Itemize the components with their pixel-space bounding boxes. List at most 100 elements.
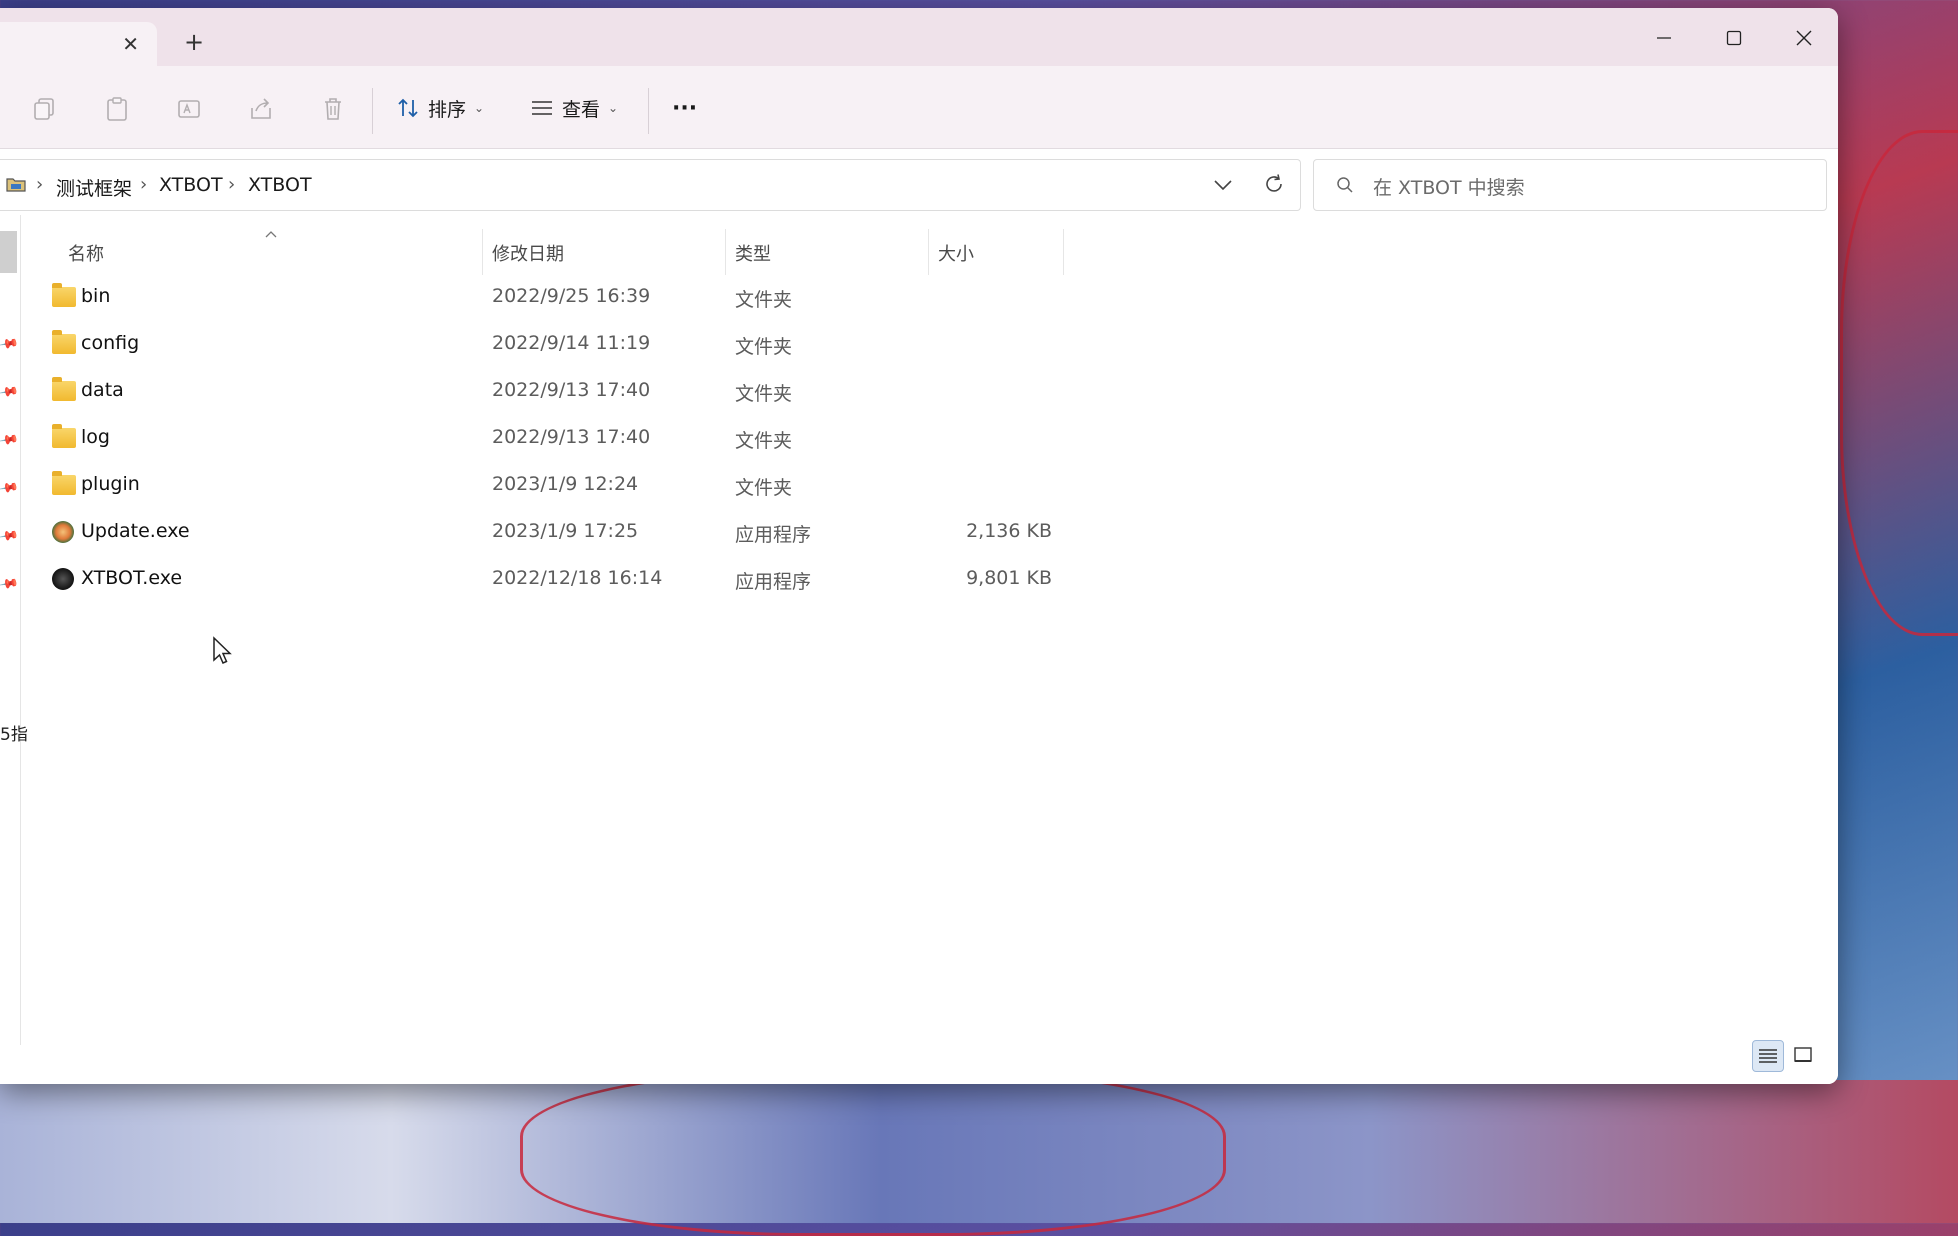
maximize-icon bbox=[1726, 30, 1742, 46]
pin-icon: 📌 bbox=[0, 525, 20, 548]
file-date-modified: 2022/9/14 11:19 bbox=[492, 332, 651, 354]
folder-icon bbox=[52, 377, 76, 401]
maximize-button[interactable] bbox=[1709, 20, 1759, 56]
file-date-modified: 2022/9/13 17:40 bbox=[492, 379, 651, 401]
sort-button[interactable]: 排序 ⌄ bbox=[396, 88, 484, 128]
nav-item-label[interactable]: 5指 bbox=[0, 720, 28, 745]
pin-icon: 📌 bbox=[0, 333, 20, 356]
file-type: 文件夹 bbox=[735, 289, 793, 311]
tiles-view-button[interactable] bbox=[1788, 1040, 1818, 1070]
column-header-size[interactable]: 大小 bbox=[938, 240, 974, 266]
chevron-down-icon[interactable] bbox=[1213, 176, 1233, 194]
details-view-button[interactable] bbox=[1752, 1040, 1784, 1072]
close-window-button[interactable] bbox=[1779, 20, 1829, 56]
tab-close-icon[interactable]: ✕ bbox=[122, 32, 139, 56]
file-size: 9,801 KB bbox=[966, 567, 1052, 589]
breadcrumb-separator: › bbox=[228, 174, 236, 195]
file-date-modified: 2022/12/18 16:14 bbox=[492, 567, 663, 589]
file-row[interactable]: config 2022/9/14 11:19 文件夹 bbox=[40, 322, 1060, 368]
breadcrumb-item-xtbot-current[interactable]: XTBOT bbox=[248, 174, 312, 196]
minimize-icon bbox=[1657, 37, 1671, 39]
folder-path-icon bbox=[6, 178, 26, 192]
search-input[interactable]: 在 XTBOT 中搜索 bbox=[1313, 159, 1827, 211]
navigation-pane[interactable]: 📌 📌 📌 📌 📌 📌 5指 bbox=[0, 215, 28, 1045]
column-header-name[interactable]: 名称 bbox=[68, 240, 104, 266]
file-row[interactable]: bin 2022/9/25 16:39 文件夹 bbox=[40, 275, 1060, 321]
refresh-icon[interactable] bbox=[1263, 173, 1285, 195]
file-name: XTBOT.exe bbox=[81, 567, 183, 589]
file-name: bin bbox=[81, 285, 111, 307]
folder-icon bbox=[52, 471, 76, 495]
delete-icon[interactable] bbox=[320, 96, 346, 122]
file-date-modified: 2022/9/13 17:40 bbox=[492, 426, 651, 448]
more-icon: ··· bbox=[672, 95, 698, 121]
view-button[interactable]: 查看 ⌄ bbox=[530, 88, 618, 128]
mouse-cursor-icon bbox=[213, 636, 232, 664]
view-list-icon bbox=[532, 101, 552, 115]
pin-icon: 📌 bbox=[0, 381, 20, 404]
file-date-modified: 2023/1/9 17:25 bbox=[492, 520, 639, 542]
breadcrumb-separator: › bbox=[140, 174, 148, 195]
address-bar[interactable]: › 测试框架 › XTBOT › XTBOT bbox=[0, 159, 1301, 211]
file-date-modified: 2022/9/25 16:39 bbox=[492, 285, 651, 307]
file-type: 应用程序 bbox=[735, 571, 812, 593]
file-name: config bbox=[81, 332, 140, 354]
xtbot-app-icon bbox=[52, 568, 74, 590]
file-explorer-window: ✕ + 排序 ⌄ 查看 ⌄ ··· › 测试框架 › XTBOT › XTBOT… bbox=[0, 8, 1838, 1084]
file-type: 应用程序 bbox=[735, 524, 812, 546]
sort-label: 排序 bbox=[428, 98, 467, 121]
breadcrumb-separator: › bbox=[36, 174, 44, 195]
column-divider[interactable] bbox=[482, 229, 483, 275]
pin-icon: 📌 bbox=[0, 477, 20, 500]
file-row[interactable]: Update.exe 2023/1/9 17:25 应用程序 2,136 KB bbox=[40, 510, 1060, 556]
details-view-icon bbox=[1759, 1049, 1777, 1063]
breadcrumb-item-test-framework[interactable]: 测试框架 bbox=[56, 174, 132, 201]
share-icon[interactable] bbox=[248, 96, 274, 122]
file-row[interactable]: XTBOT.exe 2022/12/18 16:14 应用程序 9,801 KB bbox=[40, 557, 1060, 603]
file-name: Update.exe bbox=[81, 520, 190, 542]
breadcrumb-item-xtbot[interactable]: XTBOT bbox=[159, 174, 223, 196]
tab-xtbot[interactable]: ✕ bbox=[0, 22, 157, 66]
column-divider[interactable] bbox=[928, 229, 929, 275]
wallpaper-web-decoration bbox=[1840, 130, 1958, 636]
file-type: 文件夹 bbox=[735, 430, 793, 452]
minimize-button[interactable] bbox=[1639, 20, 1689, 56]
toolbar-separator bbox=[372, 88, 373, 134]
chevron-down-icon: ⌄ bbox=[474, 101, 485, 115]
toolbar-separator bbox=[648, 88, 649, 134]
view-mode-switcher bbox=[1752, 1040, 1818, 1072]
column-header-type[interactable]: 类型 bbox=[735, 240, 771, 266]
rename-icon[interactable] bbox=[176, 96, 202, 122]
file-row[interactable]: log 2022/9/13 17:40 文件夹 bbox=[40, 416, 1060, 462]
file-type: 文件夹 bbox=[735, 477, 793, 499]
column-header-date[interactable]: 修改日期 bbox=[492, 240, 564, 266]
nav-scrollbar[interactable] bbox=[0, 231, 17, 273]
view-label: 查看 bbox=[562, 98, 601, 121]
pin-icon: 📌 bbox=[0, 429, 20, 452]
copy-icon[interactable] bbox=[32, 96, 58, 122]
file-list-pane: 📌 📌 📌 📌 📌 📌 5指 名称 修改日期 类型 大小 bin 2022/9/2… bbox=[0, 215, 1838, 1084]
file-type: 文件夹 bbox=[735, 336, 793, 358]
paste-icon[interactable] bbox=[104, 96, 130, 122]
folder-icon bbox=[52, 424, 76, 448]
tiles-view-icon bbox=[1794, 1047, 1812, 1062]
folder-icon bbox=[52, 283, 76, 307]
file-size: 2,136 KB bbox=[966, 520, 1052, 542]
new-tab-button[interactable]: + bbox=[184, 30, 204, 54]
file-type: 文件夹 bbox=[735, 383, 793, 405]
file-row[interactable]: data 2022/9/13 17:40 文件夹 bbox=[40, 369, 1060, 415]
file-name: log bbox=[81, 426, 110, 448]
sort-ascending-icon bbox=[265, 231, 277, 238]
column-divider[interactable] bbox=[725, 229, 726, 275]
search-icon bbox=[1337, 177, 1353, 193]
file-row[interactable]: plugin 2023/1/9 12:24 文件夹 bbox=[40, 463, 1060, 509]
folder-icon bbox=[52, 330, 76, 354]
file-date-modified: 2023/1/9 12:24 bbox=[492, 473, 639, 495]
update-app-icon bbox=[52, 521, 74, 543]
sort-icon bbox=[398, 98, 418, 118]
file-name: data bbox=[81, 379, 124, 401]
chevron-down-icon: ⌄ bbox=[608, 101, 619, 115]
column-divider[interactable] bbox=[1063, 229, 1064, 275]
file-name: plugin bbox=[81, 473, 140, 495]
more-options-button[interactable]: ··· bbox=[672, 88, 697, 128]
